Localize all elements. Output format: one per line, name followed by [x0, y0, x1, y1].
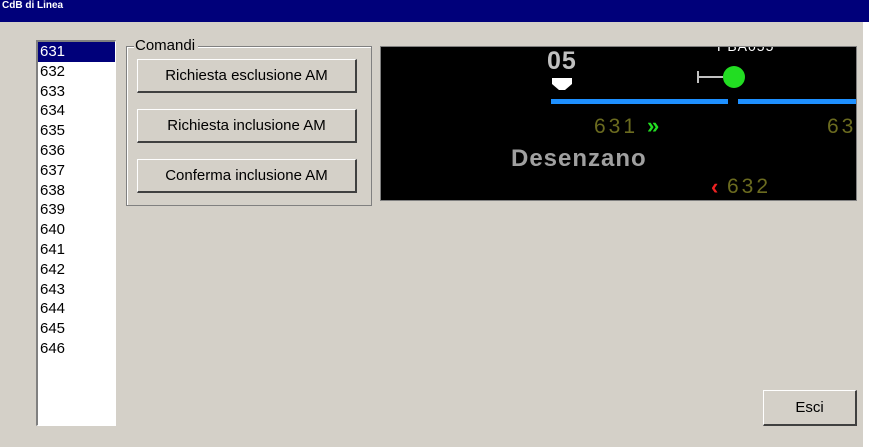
signal-icon — [697, 66, 745, 88]
list-item[interactable]: 645 — [38, 319, 115, 339]
list-item[interactable]: 634 — [38, 101, 115, 121]
train-number: 631 — [594, 115, 639, 138]
title-bar: CdB di Linea — [0, 0, 869, 22]
list-item[interactable]: 631 — [38, 42, 115, 62]
list-item[interactable]: 641 — [38, 240, 115, 260]
list-item[interactable]: 642 — [38, 260, 115, 280]
track-segment — [551, 99, 728, 104]
list-item[interactable]: 643 — [38, 280, 115, 300]
window-title: CdB di Linea — [2, 0, 64, 11]
shield-icon — [552, 78, 572, 90]
train-number: 63 — [827, 115, 857, 138]
list-item[interactable]: 635 — [38, 121, 115, 141]
chevron-left-icon: ‹ — [711, 174, 719, 199]
train-number: 632 — [727, 175, 772, 198]
exit-button[interactable]: Esci — [763, 390, 857, 426]
station-name: Desenzano — [511, 145, 647, 172]
list-item[interactable]: 646 — [38, 339, 115, 359]
track-segment — [738, 99, 856, 104]
list-item[interactable]: 644 — [38, 299, 115, 319]
line-schematic: 05 PBA055 631 » 63 Desenzano ‹ 632 — [380, 46, 857, 201]
signal-label: PBA055 — [717, 46, 775, 54]
window-edge — [863, 22, 869, 447]
block-number: 05 — [547, 47, 577, 75]
list-item[interactable]: 637 — [38, 161, 115, 181]
chevron-right-icon: » — [647, 113, 660, 138]
confirm-inclusion-button[interactable]: Conferma inclusione AM — [137, 159, 357, 193]
list-item[interactable]: 636 — [38, 141, 115, 161]
request-exclusion-button[interactable]: Richiesta esclusione AM — [137, 59, 357, 93]
list-item[interactable]: 640 — [38, 220, 115, 240]
list-item[interactable]: 638 — [38, 181, 115, 201]
commands-legend: Comandi — [134, 37, 199, 55]
list-item[interactable]: 639 — [38, 200, 115, 220]
list-item[interactable]: 632 — [38, 62, 115, 82]
line-list[interactable]: 631 632 633 634 635 636 637 638 639 640 … — [36, 40, 116, 426]
list-item[interactable]: 633 — [38, 82, 115, 102]
request-inclusion-button[interactable]: Richiesta inclusione AM — [137, 109, 357, 143]
